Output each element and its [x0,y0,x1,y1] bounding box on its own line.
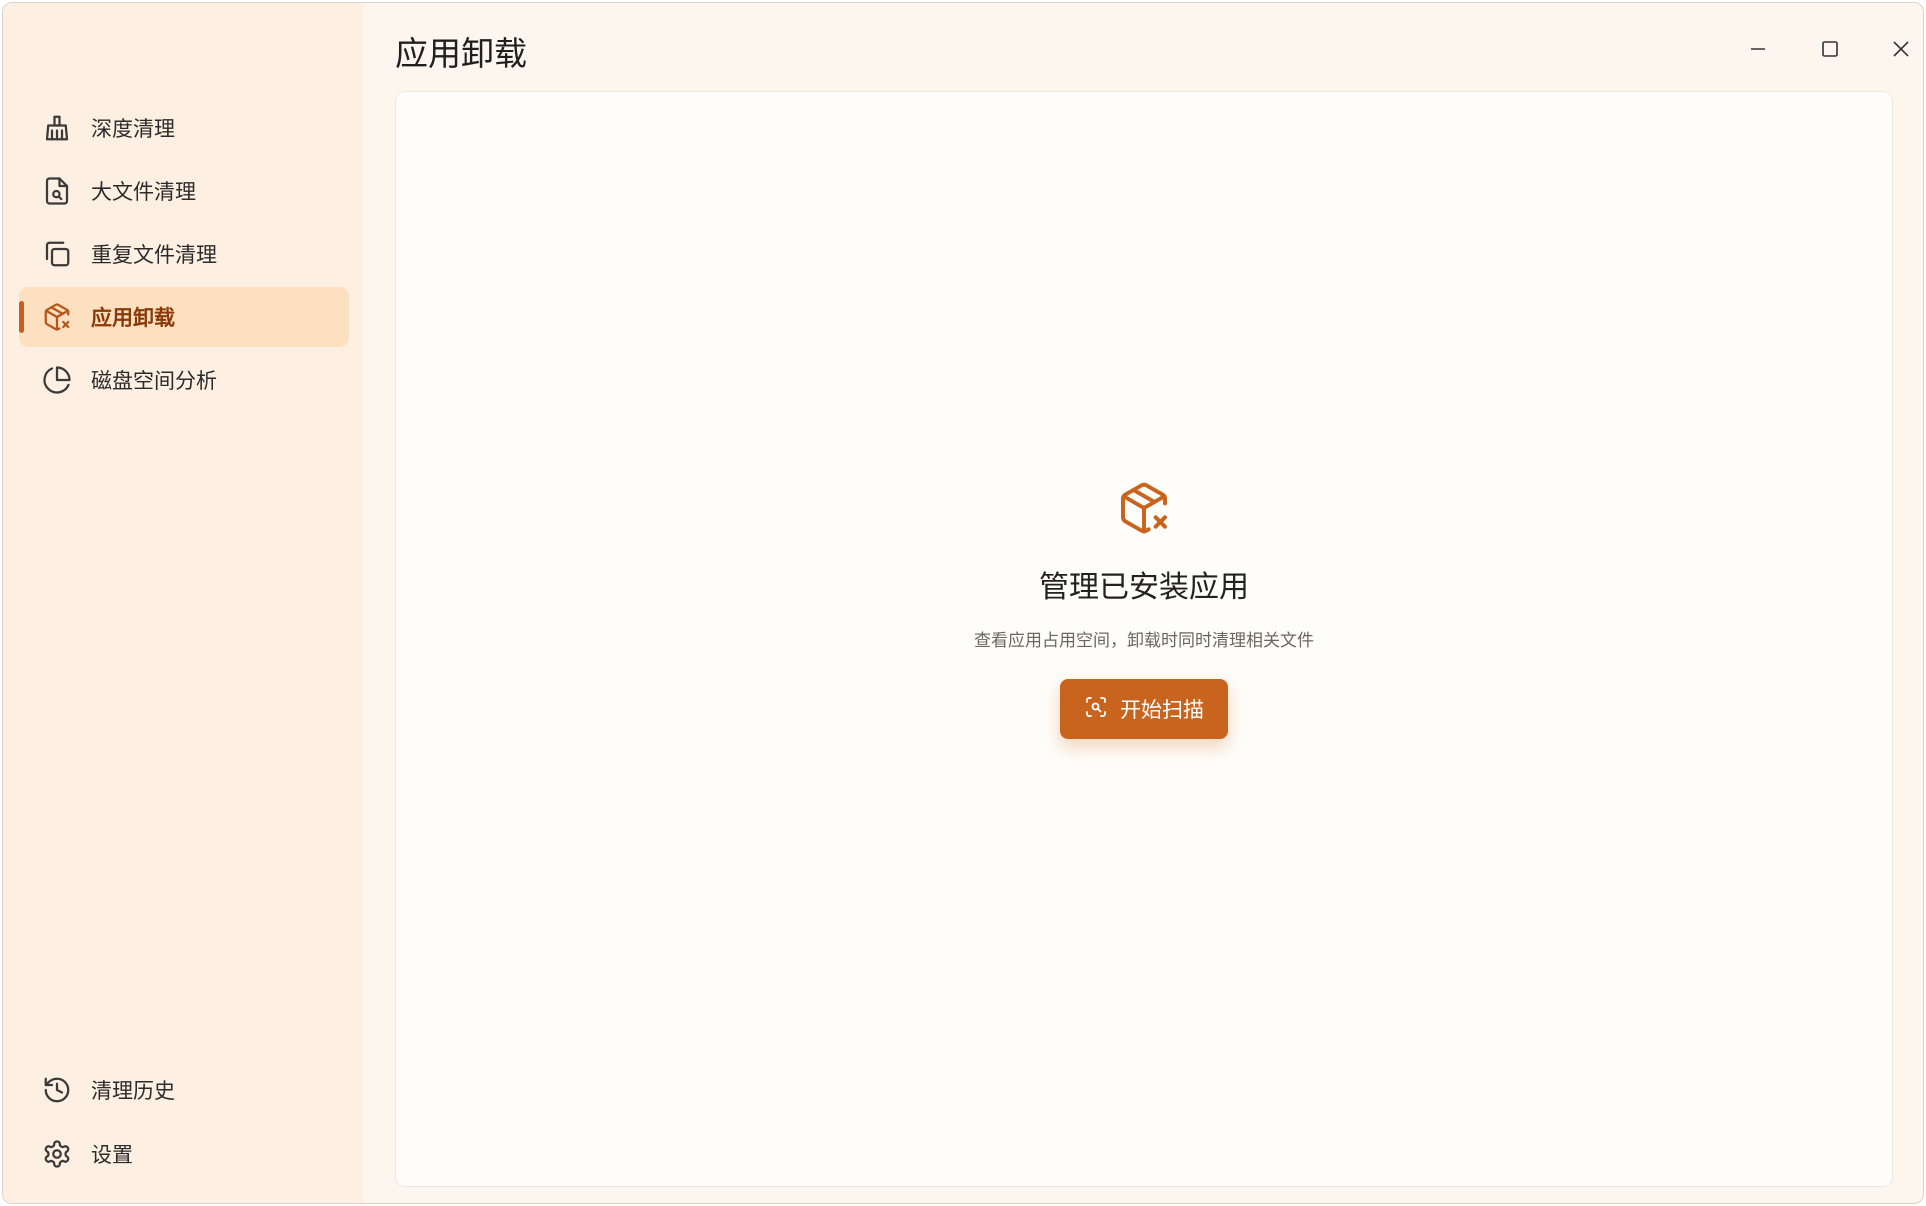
app-window: 深度清理 大文件清理 重复文件清理 应用卸载 磁盘空间分析 清理历史 设置 应用… [2,2,1924,1204]
empty-state-description: 查看应用占用空间，卸载时同时清理相关文件 [974,631,1314,651]
sidebar-item-label: 磁盘空间分析 [91,369,217,393]
main-area: 应用卸载 管理已安装应用 查看应用占用空间，卸载时同时清理相关文件 开始扫描 [363,3,1923,1203]
maximize-button[interactable] [1808,27,1852,71]
sidebar-item-label: 深度清理 [91,117,175,141]
start-scan-label: 开始扫描 [1120,698,1204,722]
broom-icon [41,112,73,144]
empty-state: 管理已安装应用 查看应用占用空间，卸载时同时清理相关文件 开始扫描 [396,480,1892,739]
sidebar-item-label: 重复文件清理 [91,243,217,267]
empty-state-title: 管理已安装应用 [1039,570,1249,605]
active-indicator [19,301,24,333]
sidebar-item-history[interactable]: 清理历史 [19,1060,349,1120]
file-search-icon [41,175,73,207]
minimize-icon [1751,48,1765,50]
content-card: 管理已安装应用 查看应用占用空间，卸载时同时清理相关文件 开始扫描 [395,91,1893,1187]
minimize-button[interactable] [1736,27,1780,71]
history-icon [41,1074,73,1106]
sidebar-item-label: 大文件清理 [91,180,196,204]
start-scan-button[interactable]: 开始扫描 [1060,679,1228,739]
sidebar-item-label: 清理历史 [91,1079,175,1103]
sidebar-item-deep-clean[interactable]: 深度清理 [19,98,349,158]
maximize-icon [1822,41,1838,57]
gear-icon [41,1138,73,1170]
page-title: 应用卸载 [395,34,527,73]
sidebar-item-app-uninstall[interactable]: 应用卸载 [19,287,349,347]
copy-icon [41,238,73,270]
sidebar-item-duplicate-files[interactable]: 重复文件清理 [19,224,349,284]
sidebar-item-label: 设置 [91,1143,133,1167]
close-button[interactable] [1879,27,1923,71]
sidebar-item-large-files[interactable]: 大文件清理 [19,161,349,221]
sidebar: 深度清理 大文件清理 重复文件清理 应用卸载 磁盘空间分析 清理历史 设置 [3,3,363,1203]
close-icon [1893,41,1909,57]
pie-chart-icon [41,364,73,396]
scan-search-icon [1084,695,1108,723]
package-x-icon [41,301,73,333]
sidebar-item-settings[interactable]: 设置 [19,1124,349,1184]
package-x-icon [1116,480,1172,540]
sidebar-item-label: 应用卸载 [91,306,175,330]
sidebar-item-disk-analysis[interactable]: 磁盘空间分析 [19,350,349,410]
